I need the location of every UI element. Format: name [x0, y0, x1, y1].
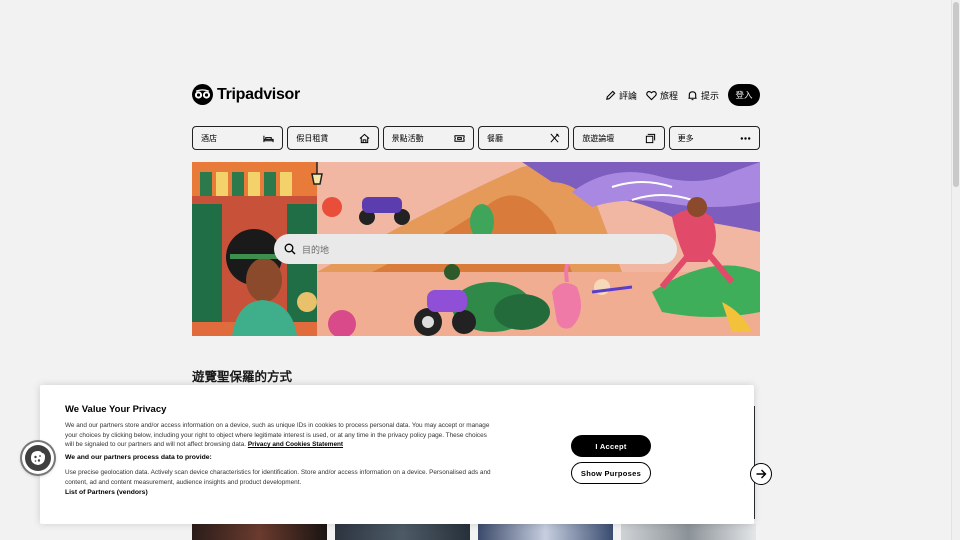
more-icon — [740, 136, 751, 140]
bed-icon — [263, 135, 274, 142]
header-nav: 評論 旅程 提示 登入 — [605, 84, 760, 106]
category-restaurants[interactable]: 餐廳 — [477, 126, 570, 150]
owl-logo-icon — [192, 84, 213, 105]
carousel-card-image[interactable] — [335, 524, 470, 540]
tripadvisor-logo[interactable]: Tripadvisor — [192, 84, 300, 105]
cutlery-icon — [550, 133, 560, 143]
show-purposes-button[interactable]: Show Purposes — [571, 462, 651, 484]
cookie-settings-button[interactable] — [22, 442, 54, 474]
ticket-icon — [454, 134, 465, 142]
category-more[interactable]: 更多 — [668, 126, 760, 150]
vendors-list-link[interactable]: List of Partners (vendors) — [65, 489, 148, 496]
cookie-consent-banner: We Value Your Privacy We and our partner… — [40, 385, 754, 524]
destination-search-input[interactable]: 目的地 — [274, 234, 677, 264]
alerts-link[interactable]: 提示 — [687, 89, 719, 102]
carousel-card-image[interactable] — [621, 524, 756, 540]
cookie-banner-description: We and our partners store and/or access … — [65, 421, 495, 450]
category-label: 餐廳 — [486, 133, 503, 143]
forum-icon — [645, 133, 655, 143]
alerts-label: 提示 — [700, 90, 719, 101]
trips-link[interactable]: 旅程 — [646, 89, 678, 102]
carousel-card-image[interactable] — [478, 524, 613, 540]
arrow-right-icon — [756, 469, 767, 479]
category-label: 假日租賃 — [296, 133, 329, 143]
trips-label: 旅程 — [659, 90, 678, 101]
accept-cookies-button[interactable]: I Accept — [571, 435, 651, 457]
privacy-statement-link[interactable]: Privacy and Cookies Statement — [248, 441, 343, 448]
search-icon — [284, 243, 296, 255]
experience-carousel — [192, 524, 760, 540]
category-label: 酒店 — [201, 133, 217, 143]
category-label: 旅遊論壇 — [582, 133, 615, 143]
carousel-card-image[interactable] — [192, 524, 327, 540]
cookie-icon — [25, 445, 51, 471]
category-label: 更多 — [677, 133, 694, 143]
pencil-icon — [606, 90, 616, 100]
bell-icon — [688, 90, 697, 100]
search-placeholder: 目的地 — [302, 244, 330, 255]
reviews-label: 評論 — [618, 90, 637, 101]
cookie-banner-subheading: We and our partners process data to prov… — [65, 454, 212, 461]
cookie-banner-title: We Value Your Privacy — [65, 404, 167, 415]
login-button[interactable]: 登入 — [728, 84, 760, 106]
category-label: 景點活動 — [391, 133, 424, 143]
section-title: 遊覽聖保羅的方式 — [192, 370, 293, 384]
brand-name: Tripadvisor — [217, 85, 300, 103]
category-bar: 酒店 假日租賃 景點活動 餐廳 旅遊論壇 更多 — [192, 126, 760, 150]
page-scrollbar[interactable] — [951, 0, 960, 540]
heart-icon — [646, 90, 657, 100]
category-hotels[interactable]: 酒店 — [192, 126, 284, 150]
house-icon — [359, 133, 370, 143]
category-holiday-rentals[interactable]: 假日租賃 — [287, 126, 379, 150]
scrollbar-thumb[interactable] — [953, 2, 959, 187]
site-header: Tripadvisor 評論 旅程 提示 登入 — [192, 84, 760, 106]
cookie-purposes-text: Use precise geolocation data. Actively s… — [65, 469, 491, 486]
reviews-link[interactable]: 評論 — [605, 89, 637, 102]
category-things-to-do[interactable]: 景點活動 — [382, 126, 474, 150]
category-forums[interactable]: 旅遊論壇 — [573, 126, 665, 150]
carousel-next-button[interactable] — [750, 463, 772, 485]
